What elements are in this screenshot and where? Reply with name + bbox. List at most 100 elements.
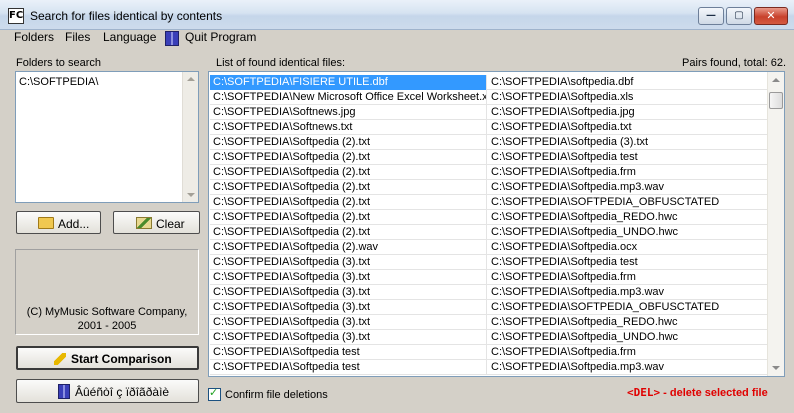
table-row[interactable]: C:\SOFTPEDIA\Softpedia (3).txt C:\SOFTPED… [210,300,768,315]
start-comparison-button[interactable]: Start Comparison [16,346,199,370]
table-row[interactable]: C:\SOFTPEDIA\Softpedia (2).txt C:\SOFTPED… [210,165,768,180]
menu-quit-program[interactable]: Quit Program [185,30,256,48]
app-icon: FC [8,8,24,24]
exit-program-button[interactable]: Âûéñòî ç ïðîãðàìè [16,379,199,403]
table-row[interactable]: C:\SOFTPEDIA\Softpedia (2).txt C:\SOFTPED… [210,195,768,210]
maximize-icon: ▢ [734,10,744,21]
minimize-button[interactable]: — [698,7,724,25]
file-path-cell[interactable]: C:\SOFTPEDIA\Softpedia (2).txt [210,150,487,165]
close-button[interactable]: ✕ [754,7,788,25]
exit-button-label: Âûéñòî ç ïðîãðàìè [75,385,170,399]
table-row[interactable]: C:\SOFTPEDIA\Softpedia test C:\SOFTPEDIA\… [210,360,768,375]
duplicate-path-cell[interactable]: C:\SOFTPEDIA\Softpedia.frm [488,165,768,180]
file-path-cell[interactable]: C:\SOFTPEDIA\Softpedia (2).txt [210,165,487,180]
folder-entry[interactable]: C:\SOFTPEDIA\ [19,76,98,88]
duplicate-path-cell[interactable]: C:\SOFTPEDIA\Softpedia.txt [488,120,768,135]
file-path-cell[interactable]: C:\SOFTPEDIA\Softnews.txt [210,120,487,135]
file-path-cell[interactable]: C:\SOFTPEDIA\Softpedia (2).txt [210,225,487,240]
file-path-cell[interactable]: C:\SOFTPEDIA\Softpedia (3).txt [210,330,487,345]
window-title: Search for files identical by contents [30,9,223,23]
about-panel: (C) MyMusic Software Company, 2001 - 200… [15,249,199,335]
duplicate-path-cell[interactable]: C:\SOFTPEDIA\Softpedia.mp3.wav [488,360,768,375]
add-folder-button[interactable]: Add... [16,211,101,234]
pairs-count: Pairs found, total: 62. [682,57,786,69]
del-hint-text: - delete selected file [660,387,768,399]
duplicate-path-cell[interactable]: C:\SOFTPEDIA\SOFTPEDIA_OBFUSCTATED [488,195,768,210]
table-row[interactable]: C:\SOFTPEDIA\Softpedia (3).txt C:\SOFTPED… [210,330,768,345]
folders-list[interactable]: C:\SOFTPEDIA\ [15,71,199,203]
duplicate-path-cell[interactable]: C:\SOFTPEDIA\Softpedia.mp3.wav [488,285,768,300]
table-row[interactable]: C:\SOFTPEDIA\Softpedia (2).txt C:\SOFTPED… [210,210,768,225]
results-rows: C:\SOFTPEDIA\FISIERE UTILE.dbf C:\SOFTPED… [210,75,768,375]
clear-button-label: Clear [156,217,185,231]
duplicate-path-cell[interactable]: C:\SOFTPEDIA\Softpedia.ocx [488,240,768,255]
duplicate-path-cell[interactable]: C:\SOFTPEDIA\Softpedia test [488,150,768,165]
minimize-icon: — [706,10,716,21]
duplicate-path-cell[interactable]: C:\SOFTPEDIA\Softpedia (3).txt [488,135,768,150]
duplicate-path-cell[interactable]: C:\SOFTPEDIA\softpedia.dbf [488,75,768,90]
scroll-up-icon[interactable] [772,78,780,82]
table-row[interactable]: C:\SOFTPEDIA\Softpedia (2).wav C:\SOFTPED… [210,240,768,255]
table-row[interactable]: C:\SOFTPEDIA\Softpedia (2).txt C:\SOFTPED… [210,150,768,165]
table-row[interactable]: C:\SOFTPEDIA\Softpedia (3).txt C:\SOFTPED… [210,285,768,300]
duplicate-path-cell[interactable]: C:\SOFTPEDIA\Softpedia_UNDO.hwc [488,225,768,240]
file-path-cell[interactable]: C:\SOFTPEDIA\Softpedia (2).txt [210,195,487,210]
scroll-down-icon[interactable] [772,366,780,370]
table-row[interactable]: C:\SOFTPEDIA\Softpedia (2).txt C:\SOFTPED… [210,180,768,195]
duplicate-path-cell[interactable]: C:\SOFTPEDIA\Softpedia.xls [488,90,768,105]
duplicate-path-cell[interactable]: C:\SOFTPEDIA\Softpedia_REDO.hwc [488,210,768,225]
folders-label: Folders to search [16,57,101,69]
duplicate-path-cell[interactable]: C:\SOFTPEDIA\Softpedia.mp3.wav [488,180,768,195]
duplicate-path-cell[interactable]: C:\SOFTPEDIA\Softpedia.frm [488,270,768,285]
file-path-cell[interactable]: C:\SOFTPEDIA\Softpedia (3).txt [210,255,487,270]
file-path-cell[interactable]: C:\SOFTPEDIA\Softnews.jpg [210,105,487,120]
folders-scrollbar[interactable] [182,72,198,202]
file-path-cell[interactable]: C:\SOFTPEDIA\Softpedia (2).txt [210,135,487,150]
file-path-cell[interactable]: C:\SOFTPEDIA\Softpedia (3).txt [210,315,487,330]
menu-files[interactable]: Files [65,30,90,48]
duplicate-path-cell[interactable]: C:\SOFTPEDIA\Softpedia test [488,255,768,270]
file-path-cell[interactable]: C:\SOFTPEDIA\Softpedia (3).txt [210,270,487,285]
title-bar: FC Search for files identical by content… [0,0,794,30]
table-row[interactable]: C:\SOFTPEDIA\Softpedia (3).txt C:\SOFTPED… [210,255,768,270]
duplicate-path-cell[interactable]: C:\SOFTPEDIA\Softpedia_REDO.hwc [488,315,768,330]
scroll-down-icon[interactable] [187,193,195,197]
add-button-label: Add... [58,217,90,231]
file-path-cell[interactable]: C:\SOFTPEDIA\Softpedia (3).txt [210,285,487,300]
confirm-deletions-checkbox[interactable]: ✓ [208,386,221,401]
file-path-cell[interactable]: C:\SOFTPEDIA\Softpedia test [210,345,487,360]
folder-icon [38,217,54,229]
del-key-text: <DEL> [627,386,661,399]
table-row[interactable]: C:\SOFTPEDIA\Softpedia (2).txt C:\SOFTPED… [210,135,768,150]
table-row[interactable]: C:\SOFTPEDIA\New Microsoft Office Excel … [210,90,768,105]
menu-language[interactable]: Language [103,30,156,48]
file-path-cell[interactable]: C:\SOFTPEDIA\Softpedia (2).wav [210,240,487,255]
scroll-thumb[interactable] [769,92,783,109]
checkmark-icon: ✓ [209,386,219,399]
results-list[interactable]: C:\SOFTPEDIA\FISIERE UTILE.dbf C:\SOFTPED… [208,71,785,377]
file-path-cell[interactable]: C:\SOFTPEDIA\New Microsoft Office Excel … [210,90,487,105]
duplicate-path-cell[interactable]: C:\SOFTPEDIA\Softpedia.jpg [488,105,768,120]
table-row[interactable]: C:\SOFTPEDIA\Softpedia (2).txt C:\SOFTPED… [210,225,768,240]
table-row[interactable]: C:\SOFTPEDIA\Softpedia (3).txt C:\SOFTPED… [210,315,768,330]
file-path-cell[interactable]: C:\SOFTPEDIA\Softpedia (2).txt [210,210,487,225]
table-row[interactable]: C:\SOFTPEDIA\Softpedia test C:\SOFTPEDIA\… [210,345,768,360]
table-row[interactable]: C:\SOFTPEDIA\Softnews.txt C:\SOFTPEDIA\So… [210,120,768,135]
clear-folders-button[interactable]: Clear [113,211,200,234]
file-path-cell[interactable]: C:\SOFTPEDIA\Softpedia test [210,360,487,375]
results-label: List of found identical files: [216,57,346,69]
table-row[interactable]: C:\SOFTPEDIA\Softnews.jpg C:\SOFTPEDIA\So… [210,105,768,120]
file-path-cell[interactable]: C:\SOFTPEDIA\Softpedia (2).txt [210,180,487,195]
table-row[interactable]: C:\SOFTPEDIA\FISIERE UTILE.dbf C:\SOFTPED… [210,75,768,90]
table-row[interactable]: C:\SOFTPEDIA\Softpedia (3).txt C:\SOFTPED… [210,270,768,285]
door-icon [58,384,70,399]
duplicate-path-cell[interactable]: C:\SOFTPEDIA\Softpedia_UNDO.hwc [488,330,768,345]
file-path-cell[interactable]: C:\SOFTPEDIA\FISIERE UTILE.dbf [210,75,487,90]
menu-folders[interactable]: Folders [14,30,54,48]
results-scrollbar[interactable] [767,72,784,376]
maximize-button[interactable]: ▢ [726,7,752,25]
scroll-up-icon[interactable] [187,77,195,81]
duplicate-path-cell[interactable]: C:\SOFTPEDIA\Softpedia.frm [488,345,768,360]
file-path-cell[interactable]: C:\SOFTPEDIA\Softpedia (3).txt [210,300,487,315]
duplicate-path-cell[interactable]: C:\SOFTPEDIA\SOFTPEDIA_OBFUSCTATED [488,300,768,315]
